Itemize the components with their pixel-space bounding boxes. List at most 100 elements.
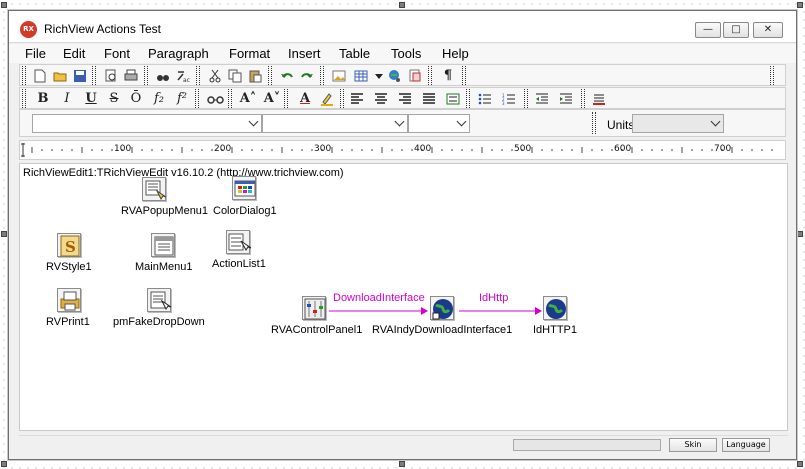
copy-icon[interactable] [228,69,242,83]
resize-handle-top[interactable] [399,2,405,8]
decrease-indent-icon[interactable] [535,92,549,106]
menu-file[interactable]: File [25,46,46,61]
insert-hyperlink-icon[interactable] [388,69,402,83]
resize-handle-right[interactable] [797,231,803,237]
color-dialog-icon [234,180,256,197]
align-left-icon[interactable] [350,92,364,106]
resize-handle-bottom-right[interactable] [797,461,803,467]
line-spacing-icon[interactable] [446,92,460,106]
ruler-ticks [21,143,773,157]
component-label: RVPrint1 [46,316,90,328]
align-right-icon[interactable] [398,92,412,106]
action-list-icon [228,233,252,251]
justify-icon[interactable] [422,92,436,106]
print-icon[interactable] [124,69,138,83]
show-special-characters-icon[interactable]: ¶ [438,67,458,85]
save-icon[interactable] [73,69,87,83]
overline-button[interactable]: Ō [126,90,146,108]
strikeout-button[interactable]: S [104,90,124,108]
redo-icon[interactable] [300,69,314,83]
font-charset-combobox[interactable] [408,114,470,133]
undo-icon[interactable] [280,69,294,83]
editor-text: RichViewEdit1:TRichViewEdit v16.10.2 (ht… [23,167,344,179]
popup-menu-icon [150,291,172,310]
insert-picture-icon[interactable] [332,69,346,83]
progress-bar [513,439,661,451]
control-panel-component[interactable] [302,296,326,320]
component-label: MainMenu1 [135,261,193,273]
menu-help[interactable]: Help [442,46,469,61]
resize-handle-bottom-left[interactable] [1,461,7,467]
resize-handle-top-right[interactable] [797,2,803,8]
toolbar-grip[interactable] [22,89,26,108]
download-interface-component[interactable] [430,296,454,320]
menu-paragraph[interactable]: Paragraph [148,46,209,61]
replace-icon[interactable]: ac [176,69,190,83]
idhttp-component[interactable] [543,296,567,320]
print-preview-icon[interactable] [104,69,118,83]
fake-dropdown-component[interactable] [147,288,172,312]
menu-table[interactable]: Table [339,46,370,61]
language-button[interactable]: Language [722,438,770,452]
bold-button[interactable]: B [33,90,53,108]
open-folder-icon[interactable] [53,69,67,83]
align-center-icon[interactable] [374,92,388,106]
toolbar-grip[interactable] [770,66,774,85]
underline-button[interactable]: U [81,90,101,108]
font-size-combobox[interactable] [262,114,408,133]
menu-font[interactable]: Font [104,46,130,61]
horizontal-ruler[interactable]: 100 200 300 400 500 600 700 [19,140,786,160]
rv-print-component[interactable] [57,288,81,312]
shrink-font-button[interactable]: A˅ [262,90,282,108]
rich-view-editor[interactable]: RichViewEdit1:TRichViewEdit v16.10.2 (ht… [19,163,788,431]
bullets-icon[interactable] [478,92,492,106]
paste-icon[interactable] [248,69,262,83]
resize-handle-bottom[interactable] [399,461,405,467]
increase-indent-icon[interactable] [559,92,573,106]
menu-edit[interactable]: Edit [63,46,85,61]
font-name-combobox[interactable] [32,114,262,133]
link-arrow [329,307,428,315]
cut-icon[interactable] [208,69,222,83]
ruler-label: 400 [414,144,432,154]
toolbar-grip[interactable] [22,66,26,85]
menu-format[interactable]: Format [229,46,270,61]
rv-style-component[interactable]: S [57,233,81,257]
grow-font-button[interactable]: A˄ [238,90,258,108]
character-spacing-icon[interactable] [206,92,226,106]
dropdown-arrow-icon[interactable] [372,69,386,83]
toolbar-separator [592,112,596,134]
highlight-icon[interactable] [320,92,334,106]
units-combobox[interactable] [632,114,724,133]
control-panel-icon [304,298,326,320]
window-title: RichView Actions Test [44,22,161,36]
skin-button[interactable]: Skin [669,438,717,452]
menu-tools[interactable]: Tools [391,46,421,61]
subscript-button[interactable]: f₂ [149,90,169,108]
maximize-button[interactable]: □ [723,22,749,38]
new-document-icon[interactable] [33,69,47,83]
numbering-icon[interactable]: 123 [502,92,516,106]
resize-handle-left[interactable] [1,231,7,237]
ruler-label: 600 [614,144,632,154]
popup-menu-component[interactable] [142,177,167,201]
action-list-component[interactable] [226,230,252,254]
insert-object-icon[interactable] [408,69,422,83]
print-icon [60,291,80,311]
resize-handle-top-left[interactable] [1,2,7,8]
ruler-label: 500 [514,144,532,154]
superscript-button[interactable]: f² [172,90,192,108]
italic-button[interactable]: I [57,90,77,108]
font-color-button[interactable]: A [295,90,315,108]
color-dialog-component[interactable] [232,176,256,200]
svg-text:S: S [65,238,76,256]
close-button[interactable]: ✕ [753,22,783,38]
paragraph-background-icon[interactable] [592,92,606,106]
menu-insert[interactable]: Insert [288,46,321,61]
component-label: RVAPopupMenu1 [121,205,209,217]
main-menu-component[interactable] [151,233,175,257]
globe-icon [546,299,566,319]
insert-table-icon[interactable] [354,69,368,83]
minimize-button[interactable]: — [695,22,721,38]
find-icon[interactable] [156,69,170,83]
